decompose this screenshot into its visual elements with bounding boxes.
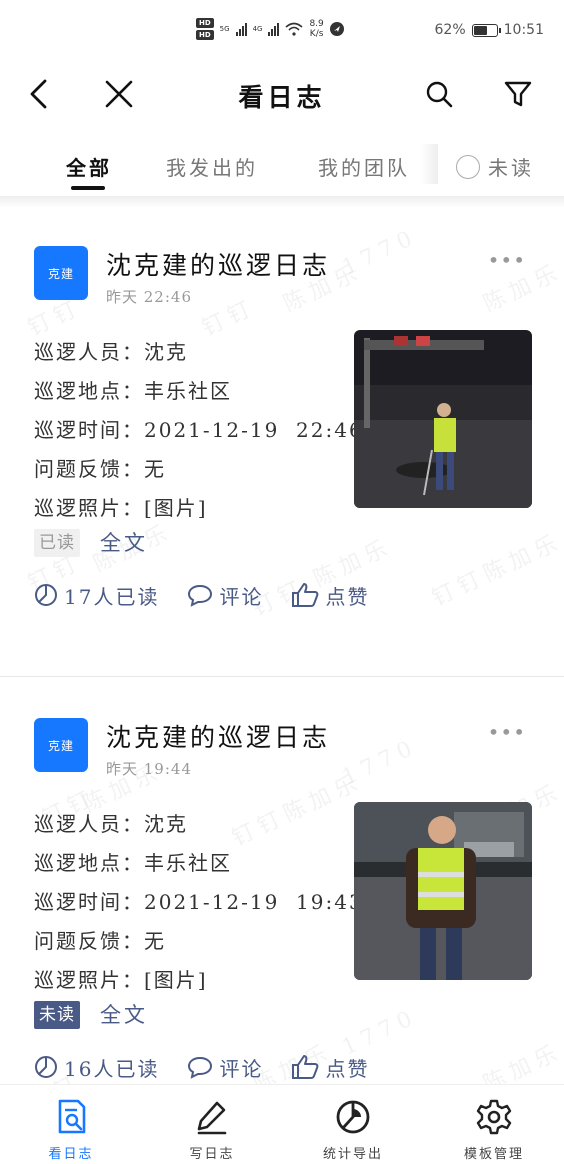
signal-icon <box>235 22 247 36</box>
comment-label: 评论 <box>219 1056 264 1081</box>
avatar[interactable]: 克建 <box>34 246 88 300</box>
bottom-nav-stats-export[interactable]: 统计导出 <box>298 1099 408 1162</box>
field-patrol-person: 巡逻人员：沈克 <box>34 340 188 364</box>
log-actions: 16人已读 评论 点赞 <box>34 1052 369 1082</box>
log-time: 昨天 19:44 <box>106 760 192 778</box>
read-count: 16人已读 <box>64 1056 160 1081</box>
signal-icon <box>268 22 280 36</box>
location-icon <box>329 22 344 36</box>
tab-team[interactable]: 我的团队 <box>318 152 410 181</box>
hd-badge-bottom: HD <box>196 30 214 40</box>
card-divider <box>0 676 564 677</box>
comment-button[interactable]: 评论 <box>187 581 263 610</box>
bottom-nav-label: 写日志 <box>189 1147 235 1162</box>
filter-icon[interactable] <box>500 76 536 112</box>
field-feedback: 问题反馈：无 <box>34 457 166 481</box>
field-photo: 巡逻照片：[图片] <box>34 496 208 520</box>
log-actions: 17人已读 评论 点赞 <box>34 580 369 610</box>
speed-unit: K/s <box>309 29 324 39</box>
battery-icon <box>471 23 501 37</box>
read-count-button[interactable]: 16人已读 <box>34 1053 159 1082</box>
nav-bar: 看日志 <box>0 66 564 122</box>
tabs-divider <box>0 196 564 208</box>
unread-radio-icon[interactable] <box>456 155 480 179</box>
like-label: 点赞 <box>325 584 370 609</box>
pen-icon <box>197 1101 227 1135</box>
bottom-nav-template-manage[interactable]: 模板管理 <box>439 1099 549 1162</box>
comment-icon <box>188 1056 213 1079</box>
gear-icon <box>476 1099 512 1135</box>
network-4g-label: 4G <box>252 25 263 33</box>
view-log-icon <box>58 1099 86 1134</box>
read-stats-icon <box>35 584 57 606</box>
thumbs-up-icon <box>292 1055 319 1079</box>
speed-value: 8.9 <box>309 19 324 29</box>
bottom-nav: 看日志 写日志 统计导出 模板管理 <box>0 1084 564 1164</box>
battery-percent: 62% <box>434 22 466 38</box>
search-icon[interactable] <box>421 76 457 112</box>
status-badge: 已读 <box>34 529 80 557</box>
patrol-photo[interactable] <box>354 802 532 980</box>
more-options-icon[interactable]: ••• <box>488 720 526 744</box>
active-tab-indicator <box>71 186 105 190</box>
filter-tabs: 全部 我发出的 我的团队 未读 <box>0 138 564 196</box>
wifi-icon <box>285 22 303 36</box>
log-title: 沈克建的巡逻日志 <box>106 723 331 752</box>
like-button[interactable]: 点赞 <box>291 1053 369 1082</box>
field-patrol-time: 巡逻时间：2021-12-19 19:43 <box>34 890 364 914</box>
fulltext-link[interactable]: 全文 <box>100 999 148 1029</box>
like-label: 点赞 <box>325 1056 370 1081</box>
more-options-icon[interactable]: ••• <box>488 248 526 272</box>
bottom-nav-label: 看日志 <box>48 1147 94 1162</box>
clock: 10:51 <box>503 22 544 38</box>
status-icons: HD HD 5G 4G 8.9 K/s <box>196 18 344 40</box>
field-patrol-location: 巡逻地点：丰乐社区 <box>34 851 232 875</box>
log-card[interactable]: 克建 沈克建的巡逻日志 昨天 19:44 ••• 巡逻人员：沈克 巡逻地点：丰乐… <box>0 718 564 1084</box>
field-feedback: 问题反馈：无 <box>34 929 166 953</box>
comment-icon <box>188 584 213 607</box>
comment-button[interactable]: 评论 <box>187 1053 263 1082</box>
bottom-nav-view-log[interactable]: 看日志 <box>16 1099 126 1162</box>
status-bar: HD HD 5G 4G 8.9 K/s 62% 10:51 <box>0 0 564 66</box>
page-title: 看日志 <box>238 83 326 112</box>
comment-label: 评论 <box>219 584 264 609</box>
tab-sent[interactable]: 我发出的 <box>166 152 258 181</box>
hd-badge-top: HD <box>196 18 214 28</box>
hd-indicator: HD HD <box>196 18 214 40</box>
bottom-nav-label: 模板管理 <box>463 1147 524 1162</box>
network-speed: 8.9 K/s <box>309 19 323 39</box>
field-photo: 巡逻照片：[图片] <box>34 968 208 992</box>
tabs-scroll-fade <box>420 144 438 184</box>
read-stats-icon <box>35 1056 57 1078</box>
status-right: 62% 10:51 <box>435 22 544 38</box>
avatar[interactable]: 克建 <box>34 718 88 772</box>
network-5g-label: 5G <box>219 25 230 33</box>
field-patrol-location: 巡逻地点：丰乐社区 <box>34 379 232 403</box>
tab-unread[interactable]: 未读 <box>456 152 534 181</box>
read-count-button[interactable]: 17人已读 <box>34 581 159 610</box>
bottom-nav-label: 统计导出 <box>322 1147 383 1162</box>
fulltext-link[interactable]: 全文 <box>100 527 148 557</box>
pie-chart-icon <box>336 1100 370 1134</box>
status-badge: 未读 <box>34 1001 80 1029</box>
thumbs-up-icon <box>292 583 319 607</box>
field-patrol-person: 巡逻人员：沈克 <box>34 812 188 836</box>
patrol-photo[interactable] <box>354 330 532 508</box>
log-card[interactable]: 克建 沈克建的巡逻日志 昨天 22:46 ••• 巡逻人员：沈克 巡逻地点：丰乐… <box>0 246 564 626</box>
tab-all[interactable]: 全部 <box>66 152 112 181</box>
tab-unread-label: 未读 <box>488 156 534 180</box>
read-count: 17人已读 <box>64 584 160 609</box>
log-time: 昨天 22:46 <box>106 288 192 306</box>
log-title: 沈克建的巡逻日志 <box>106 251 331 280</box>
field-patrol-time: 巡逻时间：2021-12-19 22:46 <box>34 418 364 442</box>
like-button[interactable]: 点赞 <box>291 581 369 610</box>
bottom-nav-write-log[interactable]: 写日志 <box>157 1099 267 1162</box>
